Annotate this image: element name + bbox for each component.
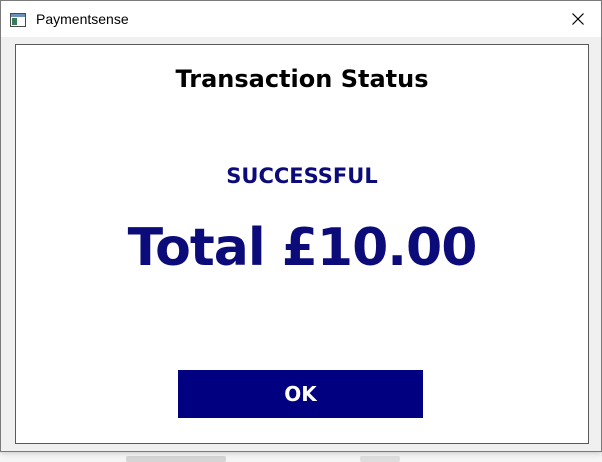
close-icon	[572, 13, 584, 25]
window-title: Paymentsense	[36, 11, 129, 27]
close-button[interactable]	[555, 1, 601, 37]
ok-button[interactable]: OK	[178, 370, 423, 418]
status-panel: Transaction Status SUCCESSFUL Total £10.…	[15, 44, 589, 444]
transaction-status-text: SUCCESSFUL	[226, 164, 378, 188]
total-amount: Total £10.00	[127, 218, 478, 278]
app-window-icon	[10, 12, 26, 27]
title-bar[interactable]: Paymentsense	[1, 1, 601, 37]
background-window-bottom	[0, 452, 602, 462]
dialog-window: Paymentsense Transaction Status SUCCESSF…	[0, 0, 602, 452]
dialog-heading: Transaction Status	[175, 65, 429, 93]
